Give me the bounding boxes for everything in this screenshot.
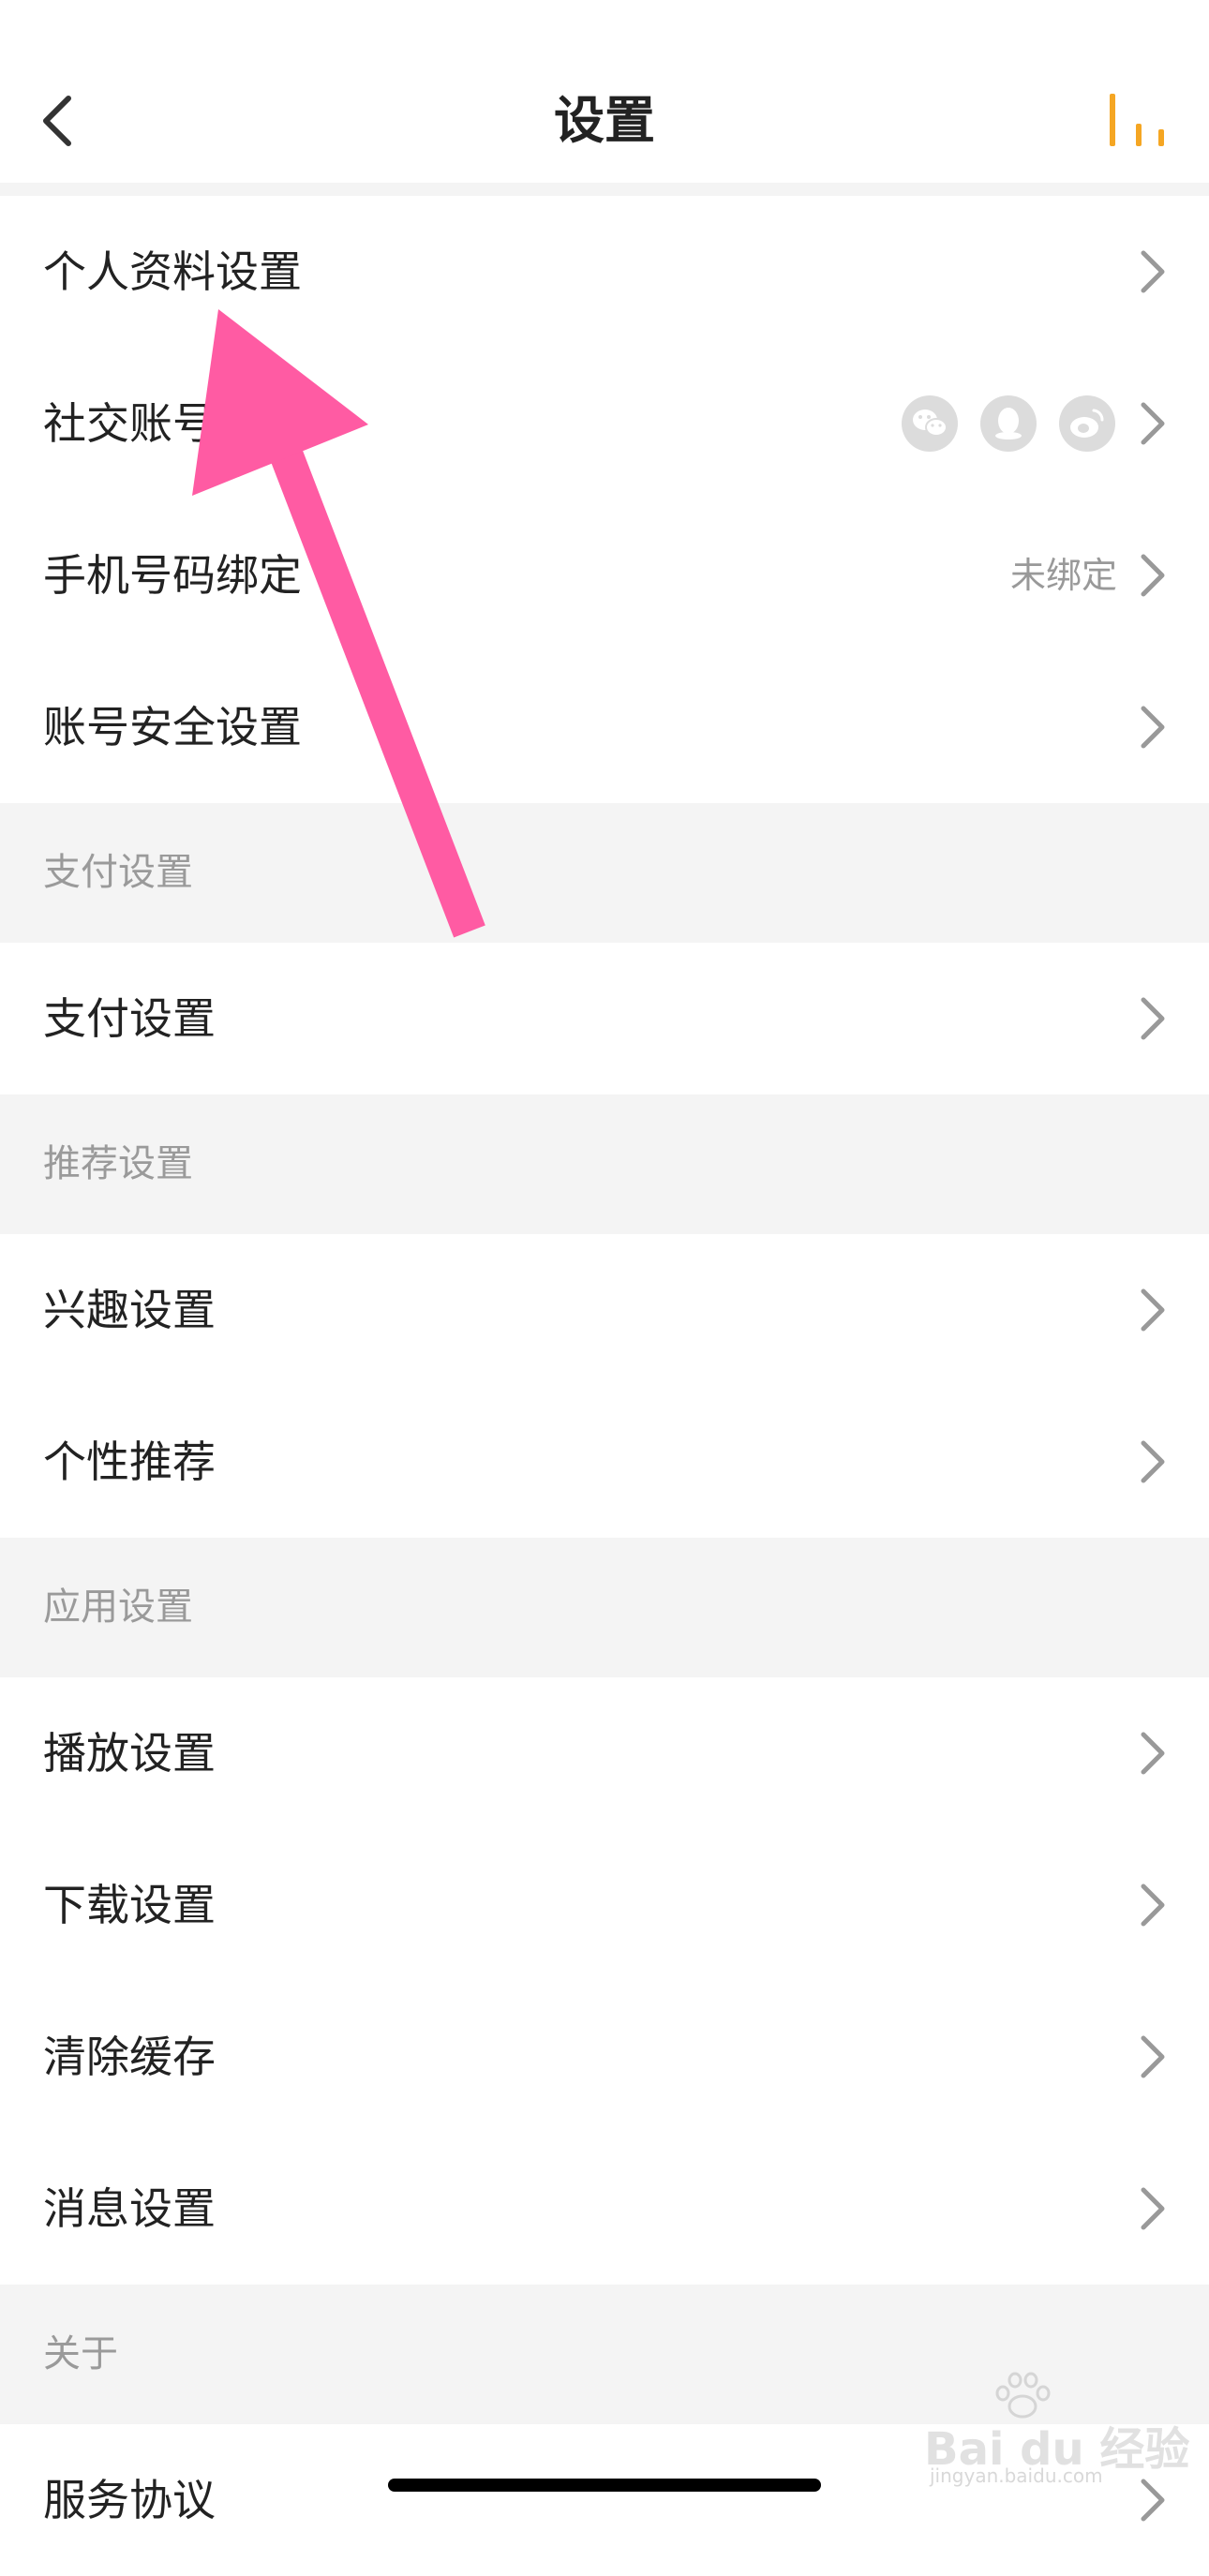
chevron-right-icon xyxy=(1141,1732,1165,1775)
chevron-right-icon xyxy=(1141,402,1165,445)
row-label: 社交账号 xyxy=(43,398,216,449)
row-label: 服务协议 xyxy=(43,2475,216,2525)
equalizer-button[interactable] xyxy=(1102,86,1170,154)
chevron-right-icon xyxy=(1141,1884,1165,1927)
chevron-right-icon xyxy=(1141,554,1165,597)
personal-recommendation-row[interactable]: 个性推荐 xyxy=(0,1386,1209,1538)
chevron-right-icon xyxy=(1141,706,1165,749)
row-label: 手机号码绑定 xyxy=(43,550,302,601)
payment-settings-row[interactable]: 支付设置 xyxy=(0,943,1209,1094)
section-label: 应用设置 xyxy=(43,1586,193,1629)
wechat-icon xyxy=(902,395,958,452)
interest-settings-row[interactable]: 兴趣设置 xyxy=(0,1234,1209,1386)
chevron-right-icon xyxy=(1141,2479,1165,2522)
section-label: 推荐设置 xyxy=(43,1142,193,1185)
service-agreement-row[interactable]: 服务协议 xyxy=(0,2424,1209,2576)
chevron-right-icon xyxy=(1141,250,1165,293)
row-label: 清除缓存 xyxy=(43,2032,216,2082)
row-label: 兴趣设置 xyxy=(43,1285,216,1335)
row-label: 账号安全设置 xyxy=(43,702,302,752)
nav-bar: 设置 xyxy=(0,0,1209,183)
profile-settings-row[interactable]: 个人资料设置 xyxy=(0,196,1209,348)
row-label: 下载设置 xyxy=(43,1880,216,1930)
page-title: 设置 xyxy=(554,91,655,150)
social-accounts-row[interactable]: 社交账号 xyxy=(0,348,1209,499)
chevron-right-icon xyxy=(1141,2035,1165,2078)
chevron-left-icon xyxy=(43,96,71,146)
account-security-row[interactable]: 账号安全设置 xyxy=(0,651,1209,803)
section-header-recommendation: 推荐设置 xyxy=(0,1094,1209,1234)
home-indicator[interactable] xyxy=(388,2479,821,2492)
playback-settings-row[interactable]: 播放设置 xyxy=(0,1677,1209,1829)
clear-cache-row[interactable]: 清除缓存 xyxy=(0,1981,1209,2133)
bars-icon xyxy=(1110,94,1164,146)
chevron-right-icon xyxy=(1141,1288,1165,1332)
download-settings-row[interactable]: 下载设置 xyxy=(0,1829,1209,1981)
section-label: 关于 xyxy=(43,2332,118,2375)
row-label: 个人资料设置 xyxy=(43,246,302,297)
section-header-app: 应用设置 xyxy=(0,1538,1209,1677)
section-label: 支付设置 xyxy=(43,851,193,894)
chevron-right-icon xyxy=(1141,2187,1165,2230)
chevron-right-icon xyxy=(1141,997,1165,1040)
row-label: 个性推荐 xyxy=(43,1437,216,1487)
row-label: 支付设置 xyxy=(43,993,216,1044)
row-label: 消息设置 xyxy=(43,2183,216,2234)
qq-icon xyxy=(980,395,1037,452)
header-divider xyxy=(0,183,1209,196)
notification-settings-row[interactable]: 消息设置 xyxy=(0,2133,1209,2285)
row-label: 播放设置 xyxy=(43,1728,216,1779)
weibo-icon xyxy=(1059,395,1115,452)
section-header-payment: 支付设置 xyxy=(0,803,1209,943)
phone-binding-row[interactable]: 手机号码绑定 未绑定 xyxy=(0,499,1209,651)
phone-binding-status: 未绑定 xyxy=(1009,555,1117,596)
chevron-right-icon xyxy=(1141,1440,1165,1483)
back-button[interactable] xyxy=(26,82,88,159)
section-header-about: 关于 xyxy=(0,2285,1209,2424)
